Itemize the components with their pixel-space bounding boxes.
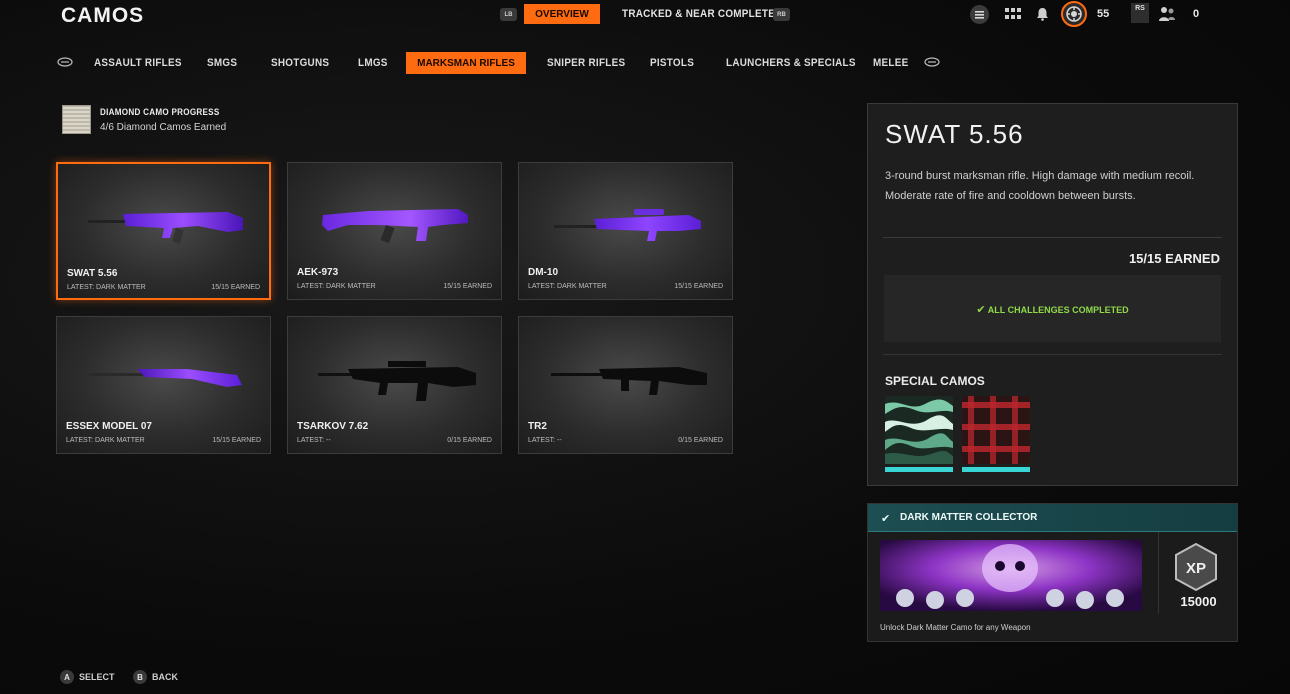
menu-icon[interactable] — [970, 5, 989, 24]
left-bumper-icon[interactable] — [57, 57, 73, 67]
detail-description: 3-round burst marksman rifle. High damag… — [885, 170, 1195, 202]
weapon-latest-camo: LATEST: -- — [528, 437, 562, 444]
glitch-camo-icon — [885, 396, 953, 464]
progress-title: DIAMOND CAMO PROGRESS — [100, 107, 220, 117]
weapon-earned: 15/15 EARNED — [443, 283, 492, 290]
diamond-camo-icon — [62, 105, 91, 134]
weapon-card-tr2[interactable]: TR2 LATEST: -- 0/15 EARNED — [518, 316, 733, 454]
right-bumper-icon[interactable] — [924, 57, 940, 67]
dark-matter-rifle-icon — [322, 209, 468, 244]
rs-stick-icon[interactable]: RS — [1131, 3, 1149, 23]
tab-launchers-specials[interactable]: LAUNCHERS & SPECIALS — [726, 57, 856, 69]
check-icon: ✔ — [976, 304, 986, 316]
weapon-earned: 0/15 EARNED — [447, 437, 492, 444]
weapon-latest-camo: LATEST: DARK MATTER — [66, 437, 145, 444]
dark-matter-rifle-icon — [89, 369, 242, 387]
xp-value: 15000 — [1180, 594, 1217, 609]
dark-matter-rifle-icon — [554, 209, 701, 241]
tab-shotguns[interactable]: SHOTGUNS — [271, 57, 329, 69]
achievement-title: DARK MATTER COLLECTOR — [900, 512, 1038, 523]
progress-subtitle: 4/6 Diamond Camos Earned — [100, 122, 227, 133]
weapon-name: TR2 — [528, 421, 547, 432]
rb-bumper-icon[interactable]: RB — [773, 8, 790, 21]
tab-tracked-near-complete[interactable]: TRACKED & NEAR COMPLETE — [622, 8, 775, 20]
red-plaid-camo-icon — [962, 396, 1030, 464]
tab-smgs[interactable]: SMGS — [207, 57, 237, 69]
achievement-header: ✔ DARK MATTER COLLECTOR — [868, 504, 1237, 532]
footer-back-label[interactable]: BACK — [152, 672, 178, 682]
party-icon[interactable] — [1158, 6, 1176, 22]
weapon-card-dm-10[interactable]: DM-10 LATEST: DARK MATTER 15/15 EARNED — [518, 162, 733, 300]
dark-matter-skull-art — [880, 540, 1142, 611]
achievement-description: Unlock Dark Matter Camo for any Weapon — [880, 623, 1031, 632]
weapon-latest-camo: LATEST: DARK MATTER — [528, 283, 607, 290]
tab-sniper-rifles[interactable]: SNIPER RIFLES — [547, 57, 625, 69]
weapon-earned: 0/15 EARNED — [678, 437, 723, 444]
a-button-icon[interactable]: A — [60, 670, 74, 684]
special-camo-red-plaid[interactable] — [962, 396, 1030, 472]
black-rifle-icon — [318, 361, 476, 401]
weapon-detail-panel: SWAT 5.56 3-round burst marksman rifle. … — [867, 103, 1238, 486]
weapon-latest-camo: LATEST: -- — [297, 437, 331, 444]
weapon-earned: 15/15 EARNED — [211, 284, 260, 291]
tab-marksman-rifles[interactable]: MARKSMAN RIFLES — [406, 52, 526, 74]
weapon-card-tsarkov-762[interactable]: TSARKOV 7.62 LATEST: -- 0/15 EARNED — [287, 316, 502, 454]
weapon-name: SWAT 5.56 — [67, 268, 118, 279]
weapon-card-essex-model-07[interactable]: ESSEX MODEL 07 LATEST: DARK MATTER 15/15… — [56, 316, 271, 454]
tab-assault-rifles[interactable]: ASSAULT RIFLES — [94, 57, 182, 69]
divider — [883, 237, 1222, 238]
tab-lmgs[interactable]: LMGS — [358, 57, 388, 69]
tab-overview[interactable]: OVERVIEW — [524, 4, 600, 24]
weapon-card-swat-556[interactable]: SWAT 5.56 LATEST: DARK MATTER 15/15 EARN… — [56, 162, 271, 300]
weapon-earned: 15/15 EARNED — [674, 283, 723, 290]
black-rifle-icon — [551, 367, 707, 395]
weapon-card-aek-973[interactable]: AEK-973 LATEST: DARK MATTER 15/15 EARNED — [287, 162, 502, 300]
check-icon: ✔ — [881, 513, 891, 525]
tab-melee[interactable]: MELEE — [873, 57, 908, 69]
xp-icon: XP — [1175, 542, 1217, 592]
category-tabs: ASSAULT RIFLES SMGS SHOTGUNS LMGS MARKSM… — [0, 52, 1290, 76]
dark-matter-rifle-icon — [88, 212, 243, 244]
detail-weapon-name: SWAT 5.56 — [885, 119, 1024, 149]
party-count: 0 — [1193, 8, 1200, 20]
weapon-latest-camo: LATEST: DARK MATTER — [297, 283, 376, 290]
achievement-card[interactable]: ✔ DARK MATTER COLLECTOR XP 15000 Unlock … — [867, 503, 1238, 642]
xp-label: XP — [1186, 560, 1206, 577]
special-camos-title: SPECIAL CAMOS — [885, 374, 985, 388]
challenge-status: ✔ ALL CHALLENGES COMPLETED — [884, 303, 1221, 316]
weapon-name: TSARKOV 7.62 — [297, 421, 369, 432]
weapon-name: ESSEX MODEL 07 — [66, 421, 152, 432]
footer-select-label[interactable]: SELECT — [79, 672, 115, 682]
b-button-icon[interactable]: B — [133, 670, 147, 684]
divider — [883, 354, 1222, 355]
camo-owned-bar — [885, 467, 953, 472]
detail-earned: 15/15 EARNED — [1128, 251, 1220, 266]
lb-bumper-icon[interactable]: LB — [500, 8, 517, 21]
weapon-name: AEK-973 — [297, 267, 339, 278]
tab-pistols[interactable]: PISTOLS — [650, 57, 694, 69]
weapon-latest-camo: LATEST: DARK MATTER — [67, 284, 146, 291]
weapon-name: DM-10 — [528, 267, 559, 278]
currency-value: 55 — [1097, 8, 1110, 20]
bell-icon[interactable] — [1036, 7, 1049, 21]
xp-reward: XP 15000 — [1158, 532, 1237, 614]
challenge-status-label: ALL CHALLENGES COMPLETED — [987, 305, 1129, 315]
weapon-earned: 15/15 EARNED — [212, 437, 261, 444]
grid-icon[interactable] — [1005, 8, 1021, 20]
camo-owned-bar — [962, 467, 1030, 472]
top-bar: CAMOS LB OVERVIEW TRACKED & NEAR COMPLET… — [0, 0, 1290, 30]
page-title: CAMOS — [61, 4, 145, 27]
special-camo-glitch[interactable] — [885, 396, 953, 472]
challenge-status-box: ✔ ALL CHALLENGES COMPLETED — [884, 275, 1221, 342]
currency-icon[interactable] — [1061, 1, 1087, 27]
